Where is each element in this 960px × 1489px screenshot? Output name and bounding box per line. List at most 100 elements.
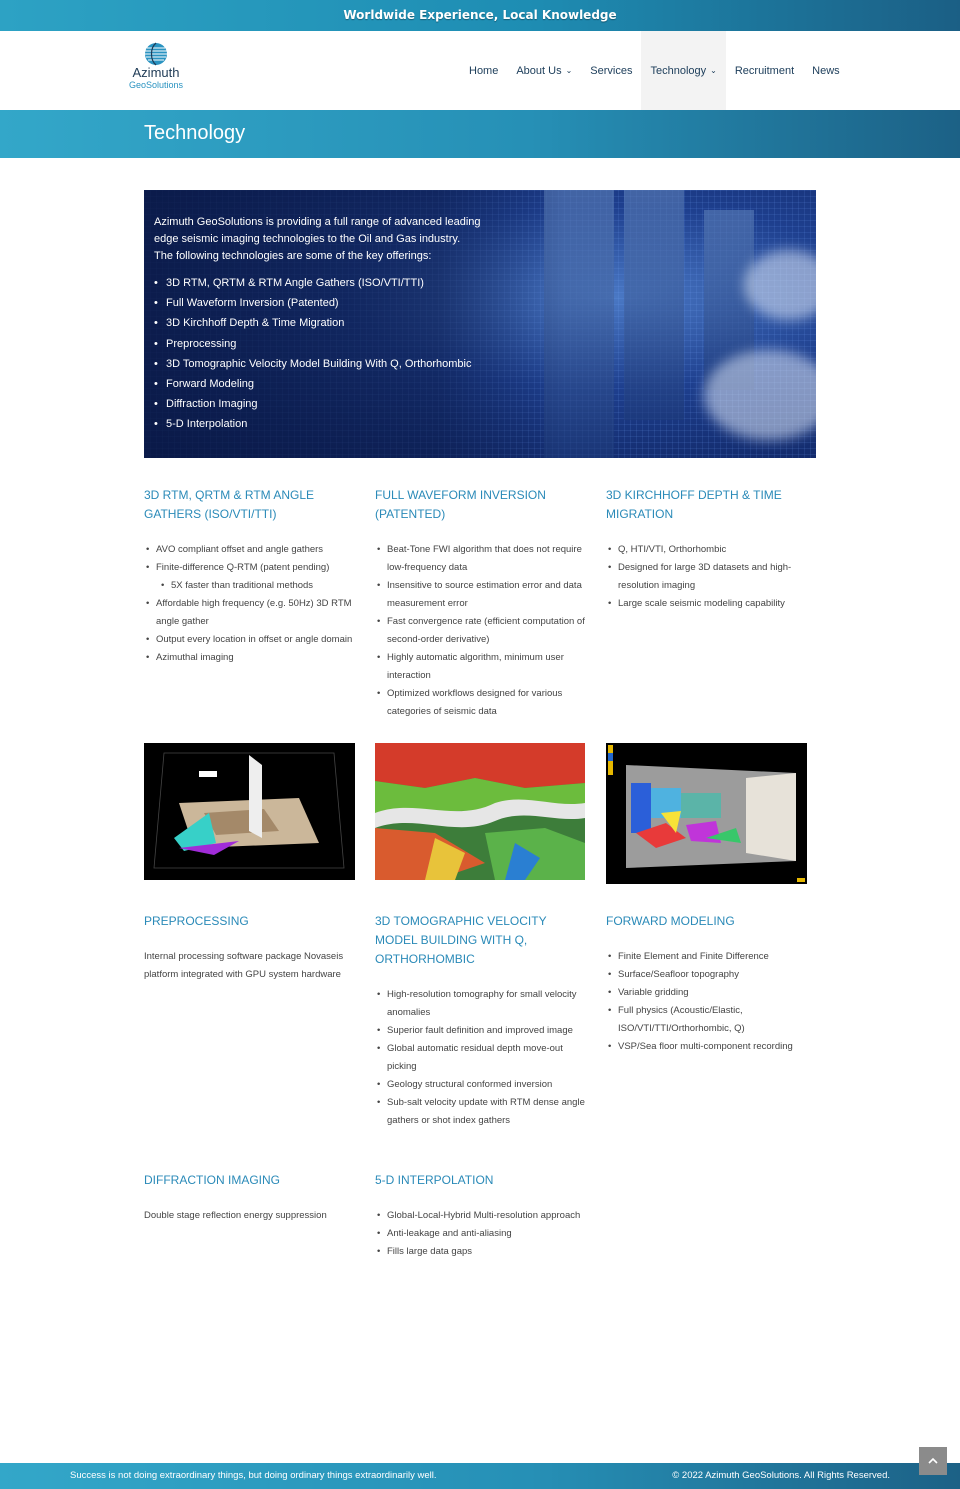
section-title: 3D Kirchhoff Depth & Time Migration (606, 488, 782, 521)
nav-services-label: Services (590, 64, 633, 77)
list-item: Fast convergence rate (efficient computa… (375, 613, 587, 649)
list-item: Output every location in offset or angle… (144, 631, 356, 649)
list-item: Fills large data gaps (375, 1243, 587, 1261)
section-title: Full Waveform Inversion (Patented) (375, 488, 546, 521)
rtm-3d-volume-image (144, 743, 355, 880)
section-list: Finite Element and Finite Difference Sur… (606, 948, 818, 1056)
chevron-down-icon: ⌄ (710, 66, 717, 75)
logo-sub: GeoSolutions (128, 80, 184, 90)
nav-technology[interactable]: Technology ⌄ (641, 31, 726, 110)
section-text: Internal processing software package Nov… (144, 951, 344, 980)
section-rtm: 3D RTM, QRTM & RTM Angle Gathers (ISO/VT… (144, 486, 356, 667)
page-title-banner: Technology (0, 110, 960, 158)
list-item: High-resolution tomography for small vel… (375, 986, 587, 1022)
back-to-top-button[interactable] (919, 1447, 947, 1475)
section-preprocessing: Preprocessing Internal processing softwa… (144, 912, 356, 984)
list-item: Q, HTI/VTI, Orthorhombic (606, 541, 818, 559)
nav-news-label: News (812, 64, 840, 77)
hero-offering: 3D RTM, QRTM & RTM Angle Gathers (ISO/VT… (154, 273, 534, 293)
hero-intro-line: The following technologies are some of t… (154, 250, 432, 262)
section-title: Forward Modeling (606, 914, 735, 928)
section-list: Beat-Tone FWI algorithm that does not re… (375, 541, 587, 721)
nav-about-us[interactable]: About Us ⌄ (507, 31, 581, 110)
fwi-velocity-surface-graphic (375, 743, 585, 880)
chevron-down-icon: ⌄ (565, 66, 573, 75)
section-list: High-resolution tomography for small vel… (375, 986, 587, 1130)
logo-name: Azimuth (132, 65, 180, 80)
hero-intro: Azimuth GeoSolutions is providing a full… (154, 214, 534, 265)
section-title: 3D Tomographic Velocity Model Building W… (375, 914, 547, 966)
list-item: Global-Local-Hybrid Multi-resolution app… (375, 1207, 587, 1225)
hero-offering: 5-D Interpolation (154, 414, 534, 434)
list-item: VSP/Sea floor multi-component recording (606, 1038, 818, 1056)
nav-about-label: About Us (516, 64, 562, 77)
list-item: Variable gridding (606, 984, 818, 1002)
section-text: Double stage reflection energy suppressi… (144, 1210, 327, 1221)
list-subitem: 5X faster than traditional methods (144, 577, 356, 595)
list-item: AVO compliant offset and angle gathers (144, 541, 356, 559)
main-nav: Home About Us ⌄ Services Technology ⌄ Re… (460, 31, 849, 110)
list-item: Optimized workflows designed for various… (375, 685, 587, 721)
section-title: 5-D Interpolation (375, 1173, 494, 1187)
footer-quote: Success is not doing extraordinary thing… (70, 1470, 437, 1481)
list-item: Full physics (Acoustic/Elastic, ISO/VTI/… (606, 1002, 818, 1038)
site-footer: Success is not doing extraordinary thing… (0, 1463, 960, 1489)
footer-copyright: © 2022 Azimuth GeoSolutions. All Rights … (672, 1470, 890, 1481)
list-item: Designed for large 3D datasets and high-… (606, 559, 818, 595)
section-list: AVO compliant offset and angle gathers F… (144, 541, 356, 667)
list-item: Sub-salt velocity update with RTM dense … (375, 1094, 587, 1130)
section-title: 3D RTM, QRTM & RTM Angle Gathers (ISO/VT… (144, 488, 315, 521)
hero-offering: Full Waveform Inversion (Patented) (154, 293, 534, 313)
nav-services[interactable]: Services (581, 31, 641, 110)
top-tagline-bar: Worldwide Experience, Local Knowledge (0, 0, 960, 31)
nav-news[interactable]: News (803, 31, 849, 110)
hero-banner: Azimuth GeoSolutions is providing a full… (144, 190, 816, 458)
section-tomography: 3D Tomographic Velocity Model Building W… (375, 912, 587, 1130)
fwi-velocity-surface-image (375, 743, 585, 880)
list-item: Finite-difference Q-RTM (patent pending) (144, 559, 356, 577)
list-item: Insensitive to source estimation error a… (375, 577, 587, 613)
nav-home-label: Home (469, 64, 499, 77)
list-item: Affordable high frequency (e.g. 50Hz) 3D… (144, 595, 356, 631)
section-title: Preprocessing (144, 914, 249, 928)
hero-offering: Diffraction Imaging (154, 394, 534, 414)
list-item: Geology structural conformed inversion (375, 1076, 587, 1094)
kirchhoff-model-image (606, 743, 807, 884)
list-item: Beat-Tone FWI algorithm that does not re… (375, 541, 587, 577)
hero-offering: Forward Modeling (154, 374, 534, 394)
section-interpolation: 5-D Interpolation Global-Local-Hybrid Mu… (375, 1171, 587, 1261)
section-forward-modeling: Forward Modeling Finite Element and Fini… (606, 912, 818, 1056)
hero-offerings-list: 3D RTM, QRTM & RTM Angle Gathers (ISO/VT… (154, 273, 534, 435)
site-logo[interactable]: Azimuth GeoSolutions (126, 42, 186, 98)
logo-globe-icon (145, 42, 167, 66)
list-item: Superior fault definition and improved i… (375, 1022, 587, 1040)
section-list: Q, HTI/VTI, Orthorhombic Designed for la… (606, 541, 818, 613)
hero-intro-line: edge seismic imaging technologies to the… (154, 233, 461, 245)
hero-content: Azimuth GeoSolutions is providing a full… (154, 214, 534, 435)
list-item: Surface/Seafloor topography (606, 966, 818, 984)
nav-recruitment[interactable]: Recruitment (726, 31, 803, 110)
list-item: Anti-leakage and anti-aliasing (375, 1225, 587, 1243)
nav-recruitment-label: Recruitment (734, 64, 795, 77)
section-fwi: Full Waveform Inversion (Patented) Beat-… (375, 486, 587, 721)
section-diffraction: Diffraction Imaging Double stage reflect… (144, 1171, 356, 1225)
hero-offering: Preprocessing (154, 334, 534, 354)
rtm-3d-volume-graphic (144, 743, 355, 880)
list-item: Azimuthal imaging (144, 649, 356, 667)
server-tower (624, 190, 684, 420)
list-item: Finite Element and Finite Difference (606, 948, 818, 966)
hero-offering: 3D Kirchhoff Depth & Time Migration (154, 313, 534, 333)
section-kirchhoff: 3D Kirchhoff Depth & Time Migration Q, H… (606, 486, 818, 613)
list-item: Highly automatic algorithm, minimum user… (375, 649, 587, 685)
nav-home[interactable]: Home (460, 31, 507, 110)
section-title: Diffraction Imaging (144, 1173, 280, 1187)
hero-intro-line: Azimuth GeoSolutions is providing a full… (154, 216, 481, 228)
hero-offering: 3D Tomographic Velocity Model Building W… (154, 354, 534, 374)
list-item: Large scale seismic modeling capability (606, 595, 818, 613)
site-header: Azimuth GeoSolutions Home About Us ⌄ Ser… (0, 31, 960, 110)
page-title: Technology (144, 122, 246, 144)
tagline: Worldwide Experience, Local Knowledge (343, 8, 617, 22)
list-item: Global automatic residual depth move-out… (375, 1040, 587, 1076)
kirchhoff-model-graphic (606, 743, 807, 884)
nav-technology-label: Technology (650, 64, 707, 77)
